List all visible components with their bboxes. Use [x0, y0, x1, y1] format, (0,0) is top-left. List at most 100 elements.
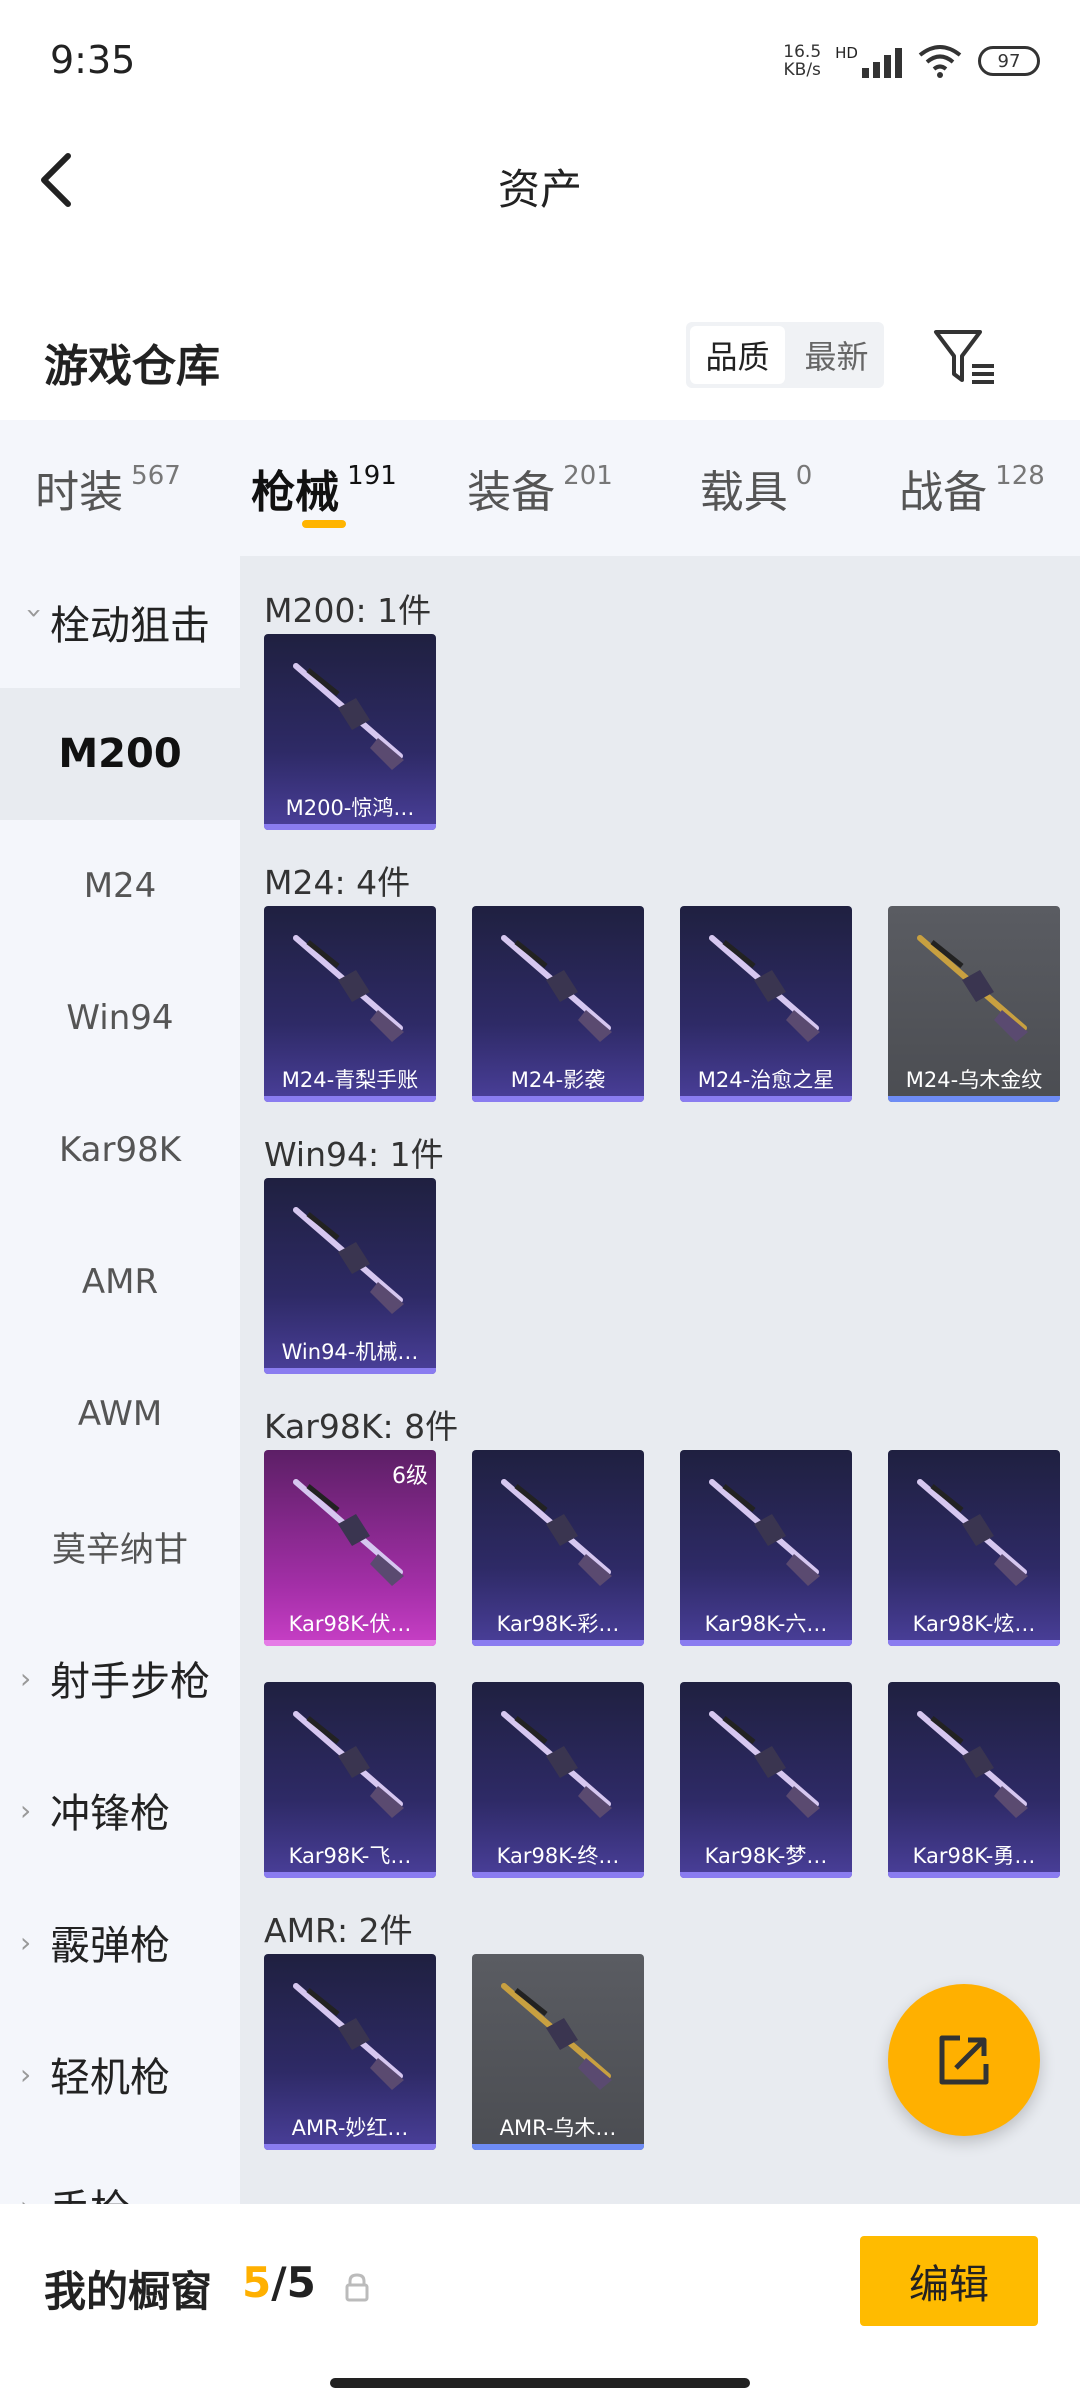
tab-count: 0 [795, 461, 813, 491]
section-title: M200: 1件 [264, 591, 432, 630]
sidebar-item-amr[interactable]: AMR [0, 1216, 240, 1348]
skin-card[interactable]: Kar98K-六… [680, 1450, 852, 1646]
network-speed-value: 16.5 [783, 42, 822, 62]
skin-card[interactable]: M24-影袭 [472, 906, 644, 1102]
skin-card[interactable]: AMR-乌木… [472, 1954, 644, 2150]
skin-name: M24-青梨手账 [281, 1068, 419, 1092]
status-time: 9:35 [50, 38, 136, 82]
tab-equipment[interactable]: 装备 201 [432, 420, 648, 556]
rifle-icon [501, 1711, 612, 1818]
tab-active-indicator [302, 520, 346, 528]
section-title: Kar98K: 8件 [264, 1407, 459, 1446]
rifle-icon [293, 935, 404, 1042]
rifle-icon [293, 1711, 404, 1818]
showcase-total: 5 [286, 2258, 316, 2307]
sidebar-group-pistol[interactable]: › 手枪 [0, 2140, 240, 2204]
skin-name: Kar98K-飞… [288, 1844, 412, 1868]
share-button[interactable] [888, 1984, 1040, 2136]
sidebar-group-smg[interactable]: › 冲锋枪 [0, 1744, 240, 1876]
lock-icon [345, 2273, 369, 2302]
skin-card[interactable]: Win94-机械… [264, 1178, 436, 1374]
tab-guns[interactable]: 枪械 191 [216, 420, 432, 556]
rifle-icon [709, 935, 820, 1042]
tab-label: 时装 [35, 467, 124, 518]
sort-toggle: 品质 最新 [686, 322, 884, 388]
skin-name: M24-乌木金纹 [905, 1068, 1043, 1092]
chevron-right-icon: › [20, 1661, 32, 1695]
skin-card[interactable]: M200-惊鸿… [264, 634, 436, 830]
status-bar: 9:35 16.5 KB/s HD 97 [0, 0, 1080, 120]
sidebar-item-m24[interactable]: M24 [0, 820, 240, 952]
rarity-bar [888, 1096, 1060, 1102]
rifle-icon [709, 1479, 820, 1586]
level-badge: 6级 [392, 1464, 428, 1489]
skin-name: Kar98K-炫… [912, 1612, 1036, 1636]
rarity-bar [472, 2144, 644, 2150]
rifle-icon [501, 1479, 612, 1586]
tab-count: 201 [563, 461, 613, 491]
rarity-bar [472, 1640, 644, 1646]
sidebar-group-label: 冲锋枪 [50, 1791, 170, 1837]
showcase-current: 5 [242, 2258, 272, 2307]
skin-card[interactable]: Kar98K-炫… [888, 1450, 1060, 1646]
skin-card[interactable]: 6级 Kar98K-伏… [264, 1450, 436, 1646]
skin-card[interactable]: M24-乌木金纹 [888, 906, 1060, 1102]
rifle-icon [501, 1983, 612, 2090]
tab-supplies[interactable]: 战备 128 [864, 420, 1080, 556]
showcase-bar: 我的橱窗 5/5 编辑 [0, 2204, 1080, 2400]
tab-label: 战备 [899, 467, 988, 518]
chevron-down-icon: › [18, 607, 52, 619]
sidebar-item-mosin[interactable]: 莫辛纳甘 [0, 1480, 240, 1612]
sidebar-item-kar98k[interactable]: Kar98K [0, 1084, 240, 1216]
skin-name: AMR-乌木… [499, 2116, 617, 2140]
hd-label: HD [835, 44, 858, 62]
skin-card[interactable]: Kar98K-彩… [472, 1450, 644, 1646]
skin-card[interactable]: Kar98K-终… [472, 1682, 644, 1878]
sidebar-item-win94[interactable]: Win94 [0, 952, 240, 1084]
sort-quality-option[interactable]: 品质 [690, 326, 785, 384]
rarity-bar [264, 2144, 436, 2150]
rarity-bar [888, 1640, 1060, 1646]
skin-card[interactable]: Kar98K-勇… [888, 1682, 1060, 1878]
skin-card[interactable]: Kar98K-飞… [264, 1682, 436, 1878]
sidebar-item-m200[interactable]: M200 [0, 688, 240, 820]
sort-newest-option[interactable]: 最新 [789, 322, 884, 388]
sidebar-group-label: 栓动狙击 [50, 603, 210, 649]
tab-vehicles[interactable]: 载具 0 [648, 420, 864, 556]
skin-name: AMR-妙红… [291, 2116, 409, 2140]
skin-name: M24-治愈之星 [697, 1068, 835, 1092]
network-speed: 16.5 KB/s [783, 43, 821, 79]
sidebar-group-lmg[interactable]: › 轻机枪 [0, 2008, 240, 2140]
header: 资产 [0, 120, 1080, 240]
sidebar-group-shotgun[interactable]: › 霰弹枪 [0, 1876, 240, 2008]
sidebar-group-label: 射手步枪 [50, 1659, 210, 1705]
skin-card[interactable]: AMR-妙红… [264, 1954, 436, 2150]
signal-icon: HD [835, 44, 902, 78]
skin-card[interactable]: Kar98K-梦… [680, 1682, 852, 1878]
wifi-icon [918, 45, 962, 78]
skin-name: Kar98K-勇… [912, 1844, 1036, 1868]
tab-label: 装备 [467, 467, 556, 518]
showcase-separator: / [271, 2258, 287, 2307]
sidebar-group-bolt-action[interactable]: › 栓动狙击 [0, 556, 240, 688]
edit-button[interactable]: 编辑 [860, 2236, 1038, 2326]
sidebar-item-awm[interactable]: AWM [0, 1348, 240, 1480]
share-icon [939, 2035, 989, 2085]
tab-label: 载具 [699, 467, 788, 518]
rifle-icon [917, 1711, 1028, 1818]
tab-fashion[interactable]: 时装 567 [0, 420, 216, 556]
sidebar-group-marksman[interactable]: › 射手步枪 [0, 1612, 240, 1744]
filter-icon[interactable] [930, 322, 1000, 392]
rarity-bar [264, 824, 436, 830]
rifle-icon [917, 1479, 1028, 1586]
skin-card[interactable]: M24-青梨手账 [264, 906, 436, 1102]
page-title: 资产 [497, 165, 582, 214]
skin-card[interactable]: M24-治愈之星 [680, 906, 852, 1102]
weapon-sidebar: › 栓动狙击 M200 M24 Win94 Kar98K AMR AWM 莫辛纳… [0, 556, 240, 2204]
status-icons: 16.5 KB/s HD 97 [783, 38, 1040, 84]
item-grid-area: M200: 1件 M200-惊鸿… M24: 4件 M24-青梨手账 M24-影袭 M24… [240, 556, 1080, 2204]
skin-name: Kar98K-六… [704, 1612, 828, 1636]
rifle-icon [293, 663, 404, 770]
showcase-count: 5/5 [242, 2258, 316, 2307]
network-speed-unit: KB/s [783, 60, 821, 80]
